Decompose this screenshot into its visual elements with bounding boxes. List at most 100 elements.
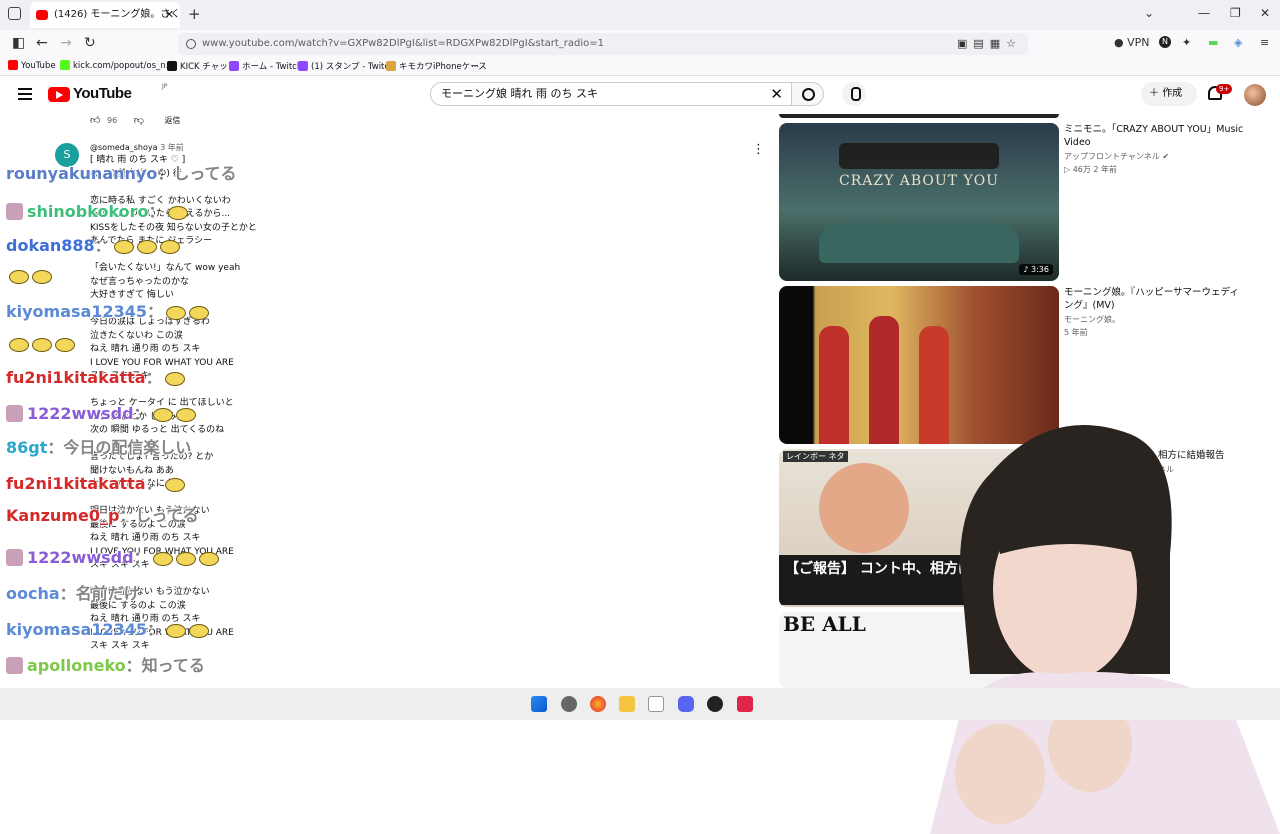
extension-green-icon[interactable]: ▬ — [1208, 36, 1218, 49]
bookmark-label: YouTube — [21, 61, 56, 71]
bookmark-label: ホーム - Twitch — [242, 62, 303, 72]
chat-message: shinobkokoro： — [6, 198, 188, 222]
chat-message: 1222wwsdd： — [6, 544, 219, 568]
settings-gear-icon[interactable] — [561, 696, 577, 712]
chat-emote-icon — [159, 239, 180, 254]
extensions-icon[interactable]: ✦ — [1182, 36, 1191, 49]
maximize-icon[interactable]: ❐ — [1230, 6, 1241, 20]
bookmark-kick-chat[interactable]: KICK チャット — [167, 60, 236, 72]
chat-username: fu2ni1kitakatta — [6, 368, 146, 387]
create-button[interactable]: ＋ 作成 — [1141, 82, 1197, 106]
chat-message: rounyakunannyo：しってる — [6, 160, 237, 184]
bookmark-label: kick.com/popout/os_n... — [73, 61, 174, 71]
site-info-icon[interactable] — [186, 39, 196, 49]
youtube-wordmark: YouTube — [73, 85, 132, 102]
related-channel[interactable]: アップフロントチャンネル ✔ — [1064, 151, 1244, 162]
related-thumbnail[interactable]: CRAZY ABOUT YOU ♪ 3:36 — [779, 123, 1059, 281]
menu-icon[interactable]: ≡ — [1260, 36, 1269, 49]
new-tab-icon[interactable]: + — [188, 5, 201, 23]
comment-line: 「会いたくない!」なんて wow yeah — [90, 263, 241, 273]
chat-username: fu2ni1kitakatta — [6, 474, 146, 493]
thumbnail-text: BE ALL — [783, 612, 866, 636]
voice-search-icon[interactable] — [842, 82, 866, 106]
url-action-icons[interactable]: ▣▤▦☆ — [957, 33, 1022, 55]
tab-dropdown-icon[interactable]: ⌄ — [1144, 6, 1154, 20]
comment-age[interactable]: 3 年前 — [160, 143, 184, 152]
chat-message — [6, 334, 75, 353]
related-title[interactable]: ミニモニ。「CRAZY ABOUT YOU」Music Video — [1064, 123, 1244, 149]
region-label: JP — [162, 83, 168, 90]
chat-emote-icon — [9, 269, 29, 284]
url-bar[interactable]: www.youtube.com/watch?v=GXPw82DlPgI&list… — [178, 33, 1028, 55]
chat-message: dokan888： — [6, 232, 180, 256]
search-input[interactable]: モーニング娘 晴れ 雨 のち スキ ✕ — [430, 82, 792, 106]
related-info[interactable]: ミニモニ。「CRAZY ABOUT YOU」Music Video アップフロン… — [1064, 123, 1244, 175]
comment-menu-icon[interactable]: ⋮ — [752, 142, 765, 157]
thumbnail-text: CRAZY ABOUT YOU — [838, 173, 1000, 189]
like-icon[interactable]: 👍︎ — [90, 115, 100, 126]
tab-title: (1426) モーニング娘。さくら組「晴 — [54, 9, 180, 20]
profile-icon[interactable]: N — [1159, 36, 1171, 48]
app-red-icon[interactable] — [737, 696, 753, 712]
reload-icon[interactable]: ↻ — [84, 35, 96, 51]
chat-text: ：しってる — [119, 506, 199, 525]
chat-username: 1222wwsdd — [27, 404, 134, 423]
thumbnail-channel-tag: レインボー ネタ — [783, 451, 848, 462]
chat-emote-icon — [113, 239, 134, 254]
chat-message: fu2ni1kitakatta： — [6, 470, 185, 494]
chat-text: ： — [94, 236, 111, 255]
chat-text: ： — [147, 620, 164, 639]
back-icon[interactable]: ← — [36, 35, 48, 51]
chat-message: Kanzume0_p：しってる — [6, 502, 199, 526]
chat-message — [6, 266, 52, 285]
sidebar-toggle-icon[interactable]: ◧ — [12, 35, 25, 51]
chat-emote-icon — [189, 623, 210, 638]
bookmark-twitch-stamp[interactable]: (1) スタンプ - Twitch — [298, 60, 394, 72]
bookmark-icon — [167, 61, 177, 71]
channel-name: アップフロントチャンネル — [1064, 152, 1160, 161]
tab-active[interactable]: (1426) モーニング娘。さくら組「晴 ✕ — [30, 2, 180, 28]
dislike-icon[interactable]: 👎︎ — [134, 115, 144, 126]
related-info[interactable]: モーニング娘。『ハッピーサマーウェディング』(MV) モーニング娘。 5 年前 — [1064, 286, 1244, 338]
url-text: www.youtube.com/watch?v=GXPw82DlPgI&list… — [202, 38, 605, 49]
extension-blue-icon[interactable]: ◈ — [1234, 36, 1242, 49]
bookmark-twitch-home[interactable]: ホーム - Twitch — [229, 60, 302, 72]
bookmark-icon — [229, 61, 239, 71]
chat-message: fu2ni1kitakatta： — [6, 364, 185, 388]
file-explorer-icon[interactable] — [619, 696, 635, 712]
chat-emote-icon — [167, 205, 188, 220]
chat-message: apolloneko：知ってる — [6, 652, 205, 676]
comment-line: 泣きたくないわ この涙 — [90, 330, 183, 341]
search-button[interactable] — [792, 82, 824, 106]
bookmark-more[interactable]: ... — [471, 60, 479, 70]
comment-author[interactable]: @someda_shoya — [90, 143, 158, 152]
clear-search-icon[interactable]: ✕ — [770, 83, 783, 105]
bookmarks-bar: YouTube kick.com/popout/os_n... KICK チャッ… — [0, 58, 1280, 76]
firefox-icon[interactable] — [590, 696, 606, 712]
obs-icon[interactable] — [707, 696, 723, 712]
vpn-button[interactable]: ● VPN — [1114, 36, 1150, 49]
bookmark-kick-popout[interactable]: kick.com/popout/os_n... — [60, 60, 174, 71]
chat-emote-icon — [136, 239, 157, 254]
close-window-icon[interactable]: ✕ — [1260, 6, 1270, 20]
thumbnail-figure — [819, 326, 849, 444]
bookmark-icon — [8, 60, 18, 70]
hamburger-menu-icon[interactable] — [18, 88, 32, 100]
close-tab-icon[interactable]: ✕ — [165, 2, 174, 28]
reply-button[interactable]: 返信 — [164, 116, 180, 125]
tab-list-icon[interactable] — [8, 7, 21, 20]
related-channel[interactable]: モーニング娘。 — [1064, 314, 1244, 325]
chat-text: ： — [145, 368, 162, 387]
forward-icon[interactable]: → — [60, 35, 72, 51]
related-title[interactable]: モーニング娘。『ハッピーサマーウェディング』(MV) — [1064, 286, 1244, 312]
discord-icon[interactable] — [678, 696, 694, 712]
chat-emote-icon — [152, 551, 173, 566]
start-menu-icon[interactable] — [531, 696, 547, 712]
minimize-icon[interactable]: — — [1198, 6, 1210, 20]
notepad-icon[interactable] — [648, 696, 664, 712]
related-meta: ▷ 46万 2 年前 — [1064, 165, 1118, 174]
chat-message: kiyomasa12345： — [6, 298, 210, 322]
account-avatar[interactable] — [1244, 84, 1266, 106]
chat-text: ： — [147, 302, 164, 321]
bookmark-youtube[interactable]: YouTube — [8, 60, 56, 71]
